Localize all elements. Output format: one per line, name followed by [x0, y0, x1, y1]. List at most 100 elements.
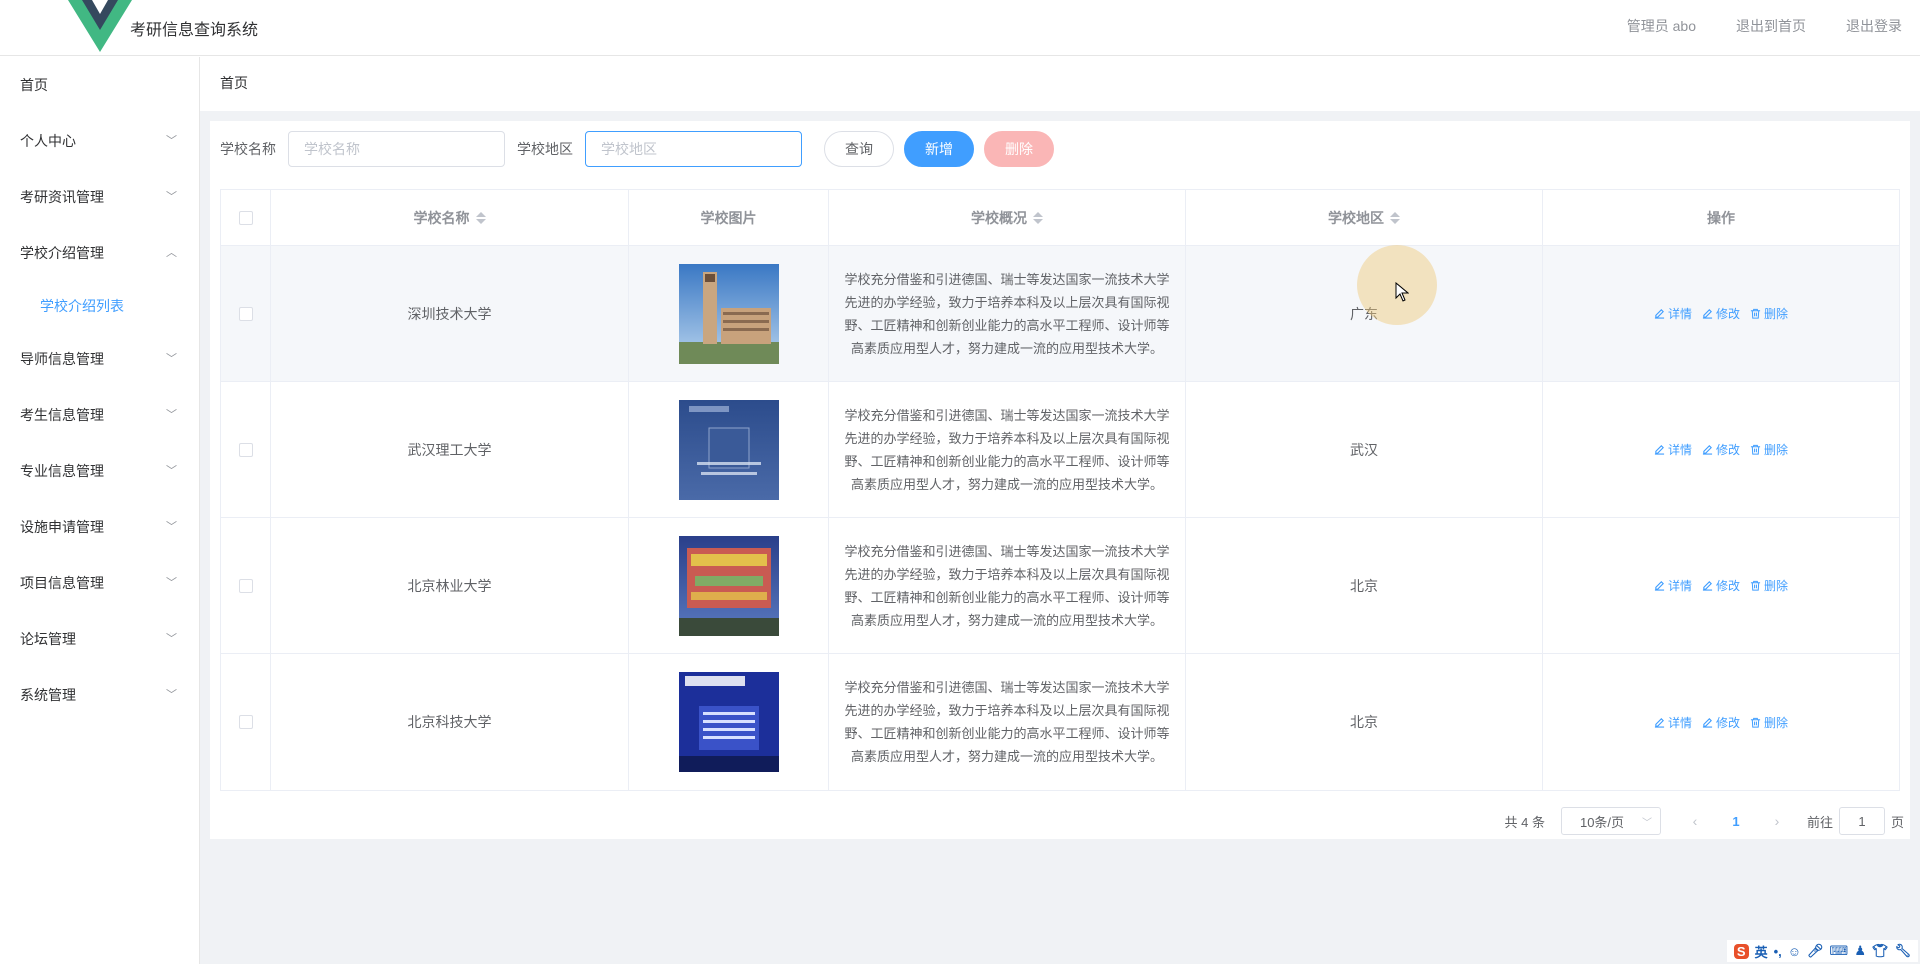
exit-to-home-link[interactable]: 退出到首页	[1736, 16, 1806, 36]
header-links: 管理员 abo 退出到首页 退出登录	[1627, 16, 1920, 36]
chevron-down-icon: ﹀	[166, 521, 177, 533]
ime-toolbar: S 英 •, ☺ 🎤︎ ⌨ ♟ 👕︎ 🔧︎	[1726, 940, 1918, 962]
trash-icon	[1750, 580, 1761, 591]
sogou-logo-icon[interactable]: S	[1733, 943, 1749, 959]
school-image-thumbnail[interactable]	[678, 535, 779, 636]
delete-button[interactable]: 删除	[1750, 577, 1788, 594]
table-row: 北京林业大学 学校充分借鉴和引进德国、瑞士等发达国家一流技术大学先进的办学经验，…	[221, 518, 1899, 654]
delete-button[interactable]: 删除	[1750, 441, 1788, 458]
wrench-icon[interactable]: 🔧︎	[1894, 943, 1911, 959]
column-header-label: 学校概况	[971, 209, 1027, 226]
sidebar-item-label: 项目信息管理	[20, 575, 104, 591]
row-checkbox[interactable]	[238, 442, 253, 457]
row-select-cell	[221, 518, 271, 653]
row-select-cell	[221, 246, 271, 381]
sidebar-subitem-school-list[interactable]: 学校介绍列表	[0, 281, 199, 331]
sidebar-item-personal-center[interactable]: 个人中心 ﹀	[0, 113, 199, 169]
trash-icon	[1750, 444, 1761, 455]
breadcrumb-home[interactable]: 首页	[220, 75, 248, 91]
school-image-cell	[629, 246, 829, 381]
school-image-thumbnail[interactable]	[678, 399, 779, 500]
school-region-input[interactable]	[585, 131, 802, 167]
edit-icon	[1654, 581, 1665, 591]
sidebar-item-forum[interactable]: 论坛管理 ﹀	[0, 611, 199, 667]
school-overview-cell: 学校充分借鉴和引进德国、瑞士等发达国家一流技术大学先进的办学经验，致力于培养本科…	[829, 246, 1186, 381]
edit-icon	[1702, 581, 1713, 591]
row-select-cell	[221, 382, 271, 517]
sidebar-item-exam-news[interactable]: 考研资讯管理 ﹀	[0, 169, 199, 225]
sidebar-item-label: 设施申请管理	[20, 519, 104, 535]
edit-button[interactable]: 修改	[1702, 305, 1740, 322]
row-checkbox[interactable]	[238, 306, 253, 321]
sidebar-item-label: 论坛管理	[20, 631, 76, 647]
row-select-cell	[221, 654, 271, 790]
sidebar-item-facility-apply[interactable]: 设施申请管理 ﹀	[0, 499, 199, 555]
detail-button[interactable]: 详情	[1654, 714, 1692, 731]
column-header-label: 操作	[1707, 209, 1735, 226]
sidebar-item-tutor-info[interactable]: 导师信息管理 ﹀	[0, 331, 199, 387]
edit-button[interactable]: 修改	[1702, 577, 1740, 594]
select-all-checkbox[interactable]	[238, 210, 253, 225]
pagination-total: 共 4 条	[1504, 814, 1545, 830]
batch-delete-button[interactable]: 删除	[984, 131, 1054, 167]
sidebar-item-label: 系统管理	[20, 687, 76, 703]
select-all-cell	[221, 190, 271, 245]
user-icon[interactable]: ♟	[1854, 943, 1866, 959]
column-header-image: 学校图片	[629, 190, 829, 245]
school-overview-text: 学校充分借鉴和引进德国、瑞士等发达国家一流技术大学先进的办学经验，致力于培养本科…	[844, 680, 1170, 764]
add-button[interactable]: 新增	[904, 131, 974, 167]
sidebar-item-system[interactable]: 系统管理 ﹀	[0, 667, 199, 723]
school-image-thumbnail[interactable]	[678, 672, 779, 772]
query-button[interactable]: 查询	[824, 131, 894, 167]
sidebar-item-label: 导师信息管理	[20, 351, 104, 367]
detail-label: 详情	[1667, 579, 1692, 593]
emoji-icon[interactable]: ☺	[1788, 944, 1801, 959]
delete-button[interactable]: 删除	[1750, 714, 1788, 731]
table-row: 深圳技术大学 学校充分借鉴和引进德国、瑞士等发达国家一流技术大学先进的办学经验，…	[221, 246, 1899, 382]
edit-label: 修改	[1715, 443, 1740, 457]
microphone-icon[interactable]: 🎤︎	[1807, 943, 1824, 959]
edit-button[interactable]: 修改	[1702, 714, 1740, 731]
column-header-label: 学校地区	[1328, 209, 1384, 226]
sidebar-item-project-info[interactable]: 项目信息管理 ﹀	[0, 555, 199, 611]
punctuation-icon[interactable]: •,	[1774, 944, 1782, 959]
detail-button[interactable]: 详情	[1654, 577, 1692, 594]
edit-label: 修改	[1715, 579, 1740, 593]
ime-lang-toggle[interactable]: 英	[1755, 942, 1768, 961]
sort-icon[interactable]	[1033, 211, 1043, 225]
delete-label: 删除	[1764, 715, 1789, 730]
sort-icon[interactable]	[475, 211, 486, 225]
column-header-region[interactable]: 学校地区	[1186, 190, 1543, 245]
sidebar-item-student-info[interactable]: 考生信息管理 ﹀	[0, 387, 199, 443]
row-checkbox[interactable]	[238, 578, 253, 593]
column-header-name[interactable]: 学校名称	[271, 190, 629, 245]
school-image-thumbnail[interactable]	[678, 263, 779, 364]
goto-label: 前往	[1806, 814, 1833, 830]
detail-button[interactable]: 详情	[1654, 305, 1692, 322]
edit-button[interactable]: 修改	[1702, 441, 1740, 458]
detail-label: 详情	[1667, 443, 1692, 457]
sidebar-item-school-intro[interactable]: 学校介绍管理 ︿	[0, 225, 199, 281]
school-name-input[interactable]	[288, 131, 505, 167]
column-header-overview[interactable]: 学校概况	[829, 190, 1186, 245]
skin-icon[interactable]: 👕︎	[1872, 943, 1889, 959]
detail-button[interactable]: 详情	[1654, 441, 1692, 458]
next-page-icon[interactable]: ›	[1763, 813, 1791, 829]
edit-icon	[1654, 309, 1665, 319]
edit-icon	[1654, 717, 1665, 728]
school-region-cell: 北京	[1186, 518, 1543, 653]
school-name-cell: 武汉理工大学	[271, 382, 629, 517]
page-number[interactable]: 1	[1721, 814, 1751, 829]
sidebar-item-home[interactable]: 首页	[0, 57, 199, 113]
row-checkbox[interactable]	[238, 715, 253, 729]
delete-button[interactable]: 删除	[1750, 305, 1788, 322]
goto-page-input[interactable]	[1838, 807, 1885, 835]
chevron-down-icon: ﹀	[166, 689, 177, 701]
sort-icon[interactable]	[1390, 211, 1400, 225]
page-size-select[interactable]: 10条/页 ﹀	[1560, 807, 1661, 835]
prev-page-icon[interactable]: ‹	[1681, 813, 1709, 829]
keyboard-icon[interactable]: ⌨	[1830, 943, 1849, 959]
logout-link[interactable]: 退出登录	[1846, 16, 1902, 36]
sidebar-item-major-info[interactable]: 专业信息管理 ﹀	[0, 443, 199, 499]
school-table: 学校名称 学校图片 学校概况 学校地区 操作 深圳技术大学 学校充分借鉴和引进德…	[220, 189, 1900, 791]
